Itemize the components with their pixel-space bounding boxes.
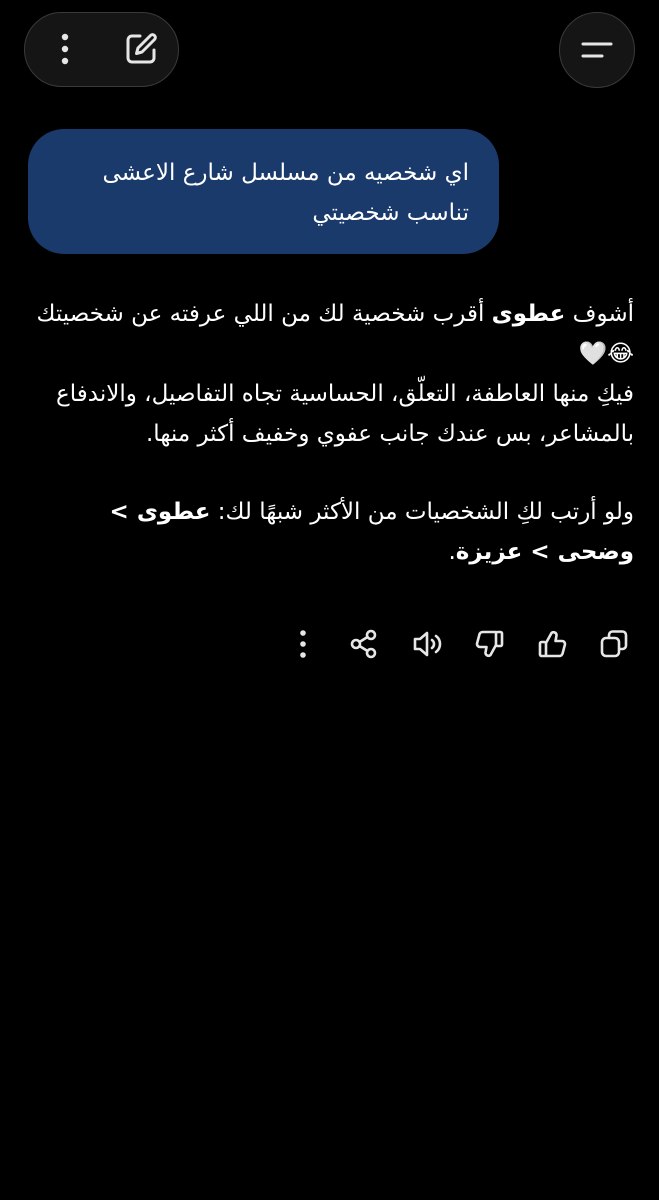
user-message-text: اي شخصيه من مسلسل شارع الاعشى تناسب شخصي… (102, 160, 469, 226)
user-message-bubble: اي شخصيه من مسلسل شارع الاعشى تناسب شخصي… (28, 129, 499, 254)
share-icon[interactable] (342, 622, 386, 666)
menu-icon (581, 42, 613, 58)
assistant-message: أشوف عطوى أقرب شخصية لك من اللي عرفته عن… (36, 294, 634, 572)
thumbs-down-icon[interactable] (468, 622, 512, 666)
copy-icon[interactable] (592, 622, 636, 666)
emoji: 😂🤍 (578, 341, 634, 367)
speaker-icon[interactable] (406, 622, 450, 666)
edit-icon[interactable] (119, 27, 163, 71)
answer-paragraph-1: أشوف عطوى أقرب شخصية لك من اللي عرفته عن… (36, 301, 634, 367)
answer-paragraph-3: ولو أرتب لكِ الشخصيات من الأكثر شبهًا لك… (109, 499, 634, 565)
message-more-icon[interactable] (281, 622, 325, 666)
more-vertical-icon[interactable] (43, 27, 87, 71)
thumbs-up-icon[interactable] (530, 622, 574, 666)
top-left-toolbar (24, 12, 179, 87)
answer-paragraph-2: فيكِ منها العاطفة، التعلّق، الحساسية تجا… (56, 381, 634, 447)
menu-button[interactable] (559, 12, 635, 88)
